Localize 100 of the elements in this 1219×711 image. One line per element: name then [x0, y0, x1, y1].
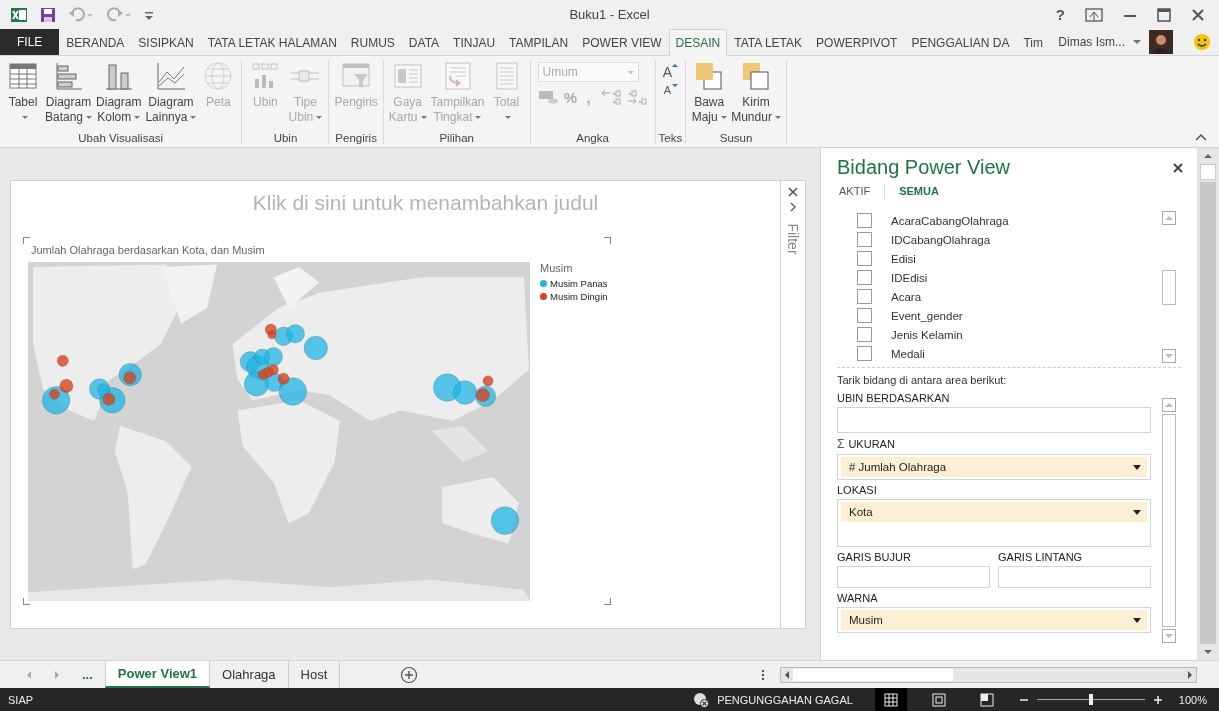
- area-label: LOKASI: [837, 484, 877, 496]
- field-name[interactable]: Edisi: [891, 252, 916, 265]
- checkbox[interactable]: [857, 232, 872, 247]
- scroll-up-icon[interactable]: [1162, 398, 1176, 412]
- line-chart-icon: [154, 60, 187, 92]
- corner-handle[interactable]: [604, 237, 611, 244]
- ribbon-tab[interactable]: BERANDA: [59, 29, 132, 56]
- font-size-button[interactable]: A: [662, 64, 679, 80]
- ribbon-tab[interactable]: TATA LETAK HALAMAN: [200, 29, 344, 56]
- zoom-slider-thumb[interactable]: [1088, 694, 1093, 705]
- visualization-title: Jumlah Olahraga berdasarkan Kota, dan Musim: [30, 244, 266, 256]
- checkbox[interactable]: [857, 289, 872, 304]
- more-sheets-button[interactable]: ...: [82, 667, 93, 682]
- caret-icon[interactable]: [1133, 39, 1141, 45]
- scroll-down-icon[interactable]: [1162, 629, 1176, 643]
- scroll-thumb[interactable]: [1162, 414, 1176, 627]
- caret-icon[interactable]: [21, 116, 28, 119]
- ribbon-button[interactable]: Kirim Mundur: [729, 60, 783, 125]
- caret-icon[interactable]: [720, 116, 727, 119]
- caret-icon[interactable]: [86, 116, 93, 119]
- zoom-level[interactable]: 100%: [1178, 693, 1207, 706]
- save-icon[interactable]: [40, 6, 56, 23]
- field-name[interactable]: Event_gender: [891, 309, 963, 322]
- filter-pane-label[interactable]: Filter: [785, 223, 801, 255]
- ribbon-tab[interactable]: DATA: [401, 29, 447, 56]
- field-name[interactable]: IDCabangOlahraga: [891, 233, 991, 246]
- globe-icon: [202, 60, 235, 92]
- ribbon-tab[interactable]: SISIPKAN: [131, 29, 201, 56]
- view-mode-button[interactable]: [874, 688, 907, 711]
- checkbox[interactable]: [857, 327, 872, 342]
- ribbon-tab[interactable]: POWER VIEW: [575, 29, 669, 56]
- ribbon-button[interactable]: Tabel: [3, 60, 43, 125]
- checkbox[interactable]: [857, 346, 872, 361]
- ribbon-tab[interactable]: POWERPIVOT: [809, 29, 905, 56]
- horizontal-scrollbar[interactable]: [780, 666, 1197, 683]
- font-size-button[interactable]: A: [662, 84, 679, 96]
- sheet-tab[interactable]: Power View1: [104, 661, 211, 688]
- ribbon-button[interactable]: Diagram Kolom: [94, 60, 144, 125]
- avatar-icon[interactable]: [1149, 30, 1173, 54]
- ribbon-tab[interactable]: Tim: [1016, 29, 1050, 56]
- scrollbar-track[interactable]: [1200, 182, 1216, 644]
- field-chip[interactable]: Kota: [841, 502, 1147, 522]
- help-button[interactable]: ?: [1055, 6, 1065, 23]
- collapse-ribbon-icon[interactable]: [1195, 133, 1207, 141]
- legend-label: Musim Dingin: [550, 291, 608, 302]
- upload-status[interactable]: PENGUNGGAHAN GAGAL: [717, 693, 853, 706]
- checkbox[interactable]: [857, 251, 872, 266]
- ribbon-button[interactable]: Diagram Batang: [43, 60, 95, 125]
- upload-failed-icon[interactable]: [693, 691, 710, 708]
- group-label: Pilihan: [439, 132, 474, 144]
- checkbox[interactable]: [857, 213, 872, 228]
- field-name[interactable]: IDEdisi: [891, 271, 928, 284]
- field-name[interactable]: AcaraCabangOlahraga: [891, 214, 1009, 227]
- scroll-up-icon[interactable]: [1162, 211, 1176, 225]
- checkbox[interactable]: [857, 308, 872, 323]
- checkbox[interactable]: [857, 270, 872, 285]
- expand-icon[interactable]: [789, 202, 797, 212]
- maximize-icon[interactable]: [1157, 7, 1171, 22]
- scroll-thumb[interactable]: [1162, 269, 1176, 305]
- area-label: UKURAN: [848, 438, 895, 450]
- scroll-down-icon[interactable]: [1162, 349, 1176, 363]
- ribbon-tab[interactable]: TATA LETAK: [727, 29, 810, 56]
- close-icon[interactable]: [1191, 7, 1205, 22]
- ribbon-tab[interactable]: TINJAU: [446, 29, 503, 56]
- group-label: Pengiris: [335, 132, 377, 144]
- more-options-icon[interactable]: [760, 667, 766, 682]
- area-label: GARIS LINTANG: [998, 551, 1084, 563]
- smiley-icon[interactable]: [1193, 33, 1211, 51]
- group-label: Angka: [576, 132, 609, 144]
- ribbon-button[interactable]: Bawa Maju: [689, 60, 730, 125]
- close-icon[interactable]: [788, 187, 798, 197]
- area-label: WARNA: [837, 592, 878, 604]
- area-label: UBIN BERDASARKAN: [837, 392, 950, 404]
- drop-area[interactable]: Kota: [837, 499, 1151, 547]
- ribbon-tab[interactable]: DESAIN: [668, 29, 728, 56]
- file-tab[interactable]: FILE: [0, 29, 60, 55]
- field-name[interactable]: Jenis Kelamin: [891, 328, 963, 341]
- corner-handle[interactable]: [23, 237, 30, 244]
- panel-tab[interactable]: SEMUA: [897, 183, 953, 199]
- caret-icon[interactable]: [774, 116, 781, 119]
- ribbon-tab[interactable]: PENGGALIAN DA: [904, 29, 1017, 56]
- ribbon-button[interactable]: Diagram Lainnya: [143, 60, 199, 125]
- legend-title: Musim: [540, 262, 574, 274]
- ribbon-tab[interactable]: TAMPILAN: [502, 29, 576, 56]
- caret-icon[interactable]: [190, 116, 197, 119]
- scroll-thumb[interactable]: [793, 668, 953, 681]
- zoom-in-icon[interactable]: [1152, 694, 1163, 705]
- field-name[interactable]: Medali: [891, 347, 925, 360]
- field-name[interactable]: Acara: [891, 290, 922, 303]
- account-name[interactable]: Dimas Ism...: [1058, 35, 1125, 49]
- ribbon-display-icon[interactable]: [1085, 7, 1103, 22]
- ribbon-tab[interactable]: RUMUS: [343, 29, 402, 56]
- page-icon: [931, 692, 946, 707]
- sum-icon: Σ: [837, 437, 845, 451]
- panel-tab[interactable]: AKTIF: [837, 183, 886, 199]
- add-sheet-icon[interactable]: [400, 665, 419, 684]
- close-icon[interactable]: [1173, 162, 1183, 173]
- corner-handle[interactable]: [604, 598, 611, 605]
- caret-icon[interactable]: [134, 116, 141, 119]
- scroll-thumb[interactable]: [1200, 164, 1216, 180]
